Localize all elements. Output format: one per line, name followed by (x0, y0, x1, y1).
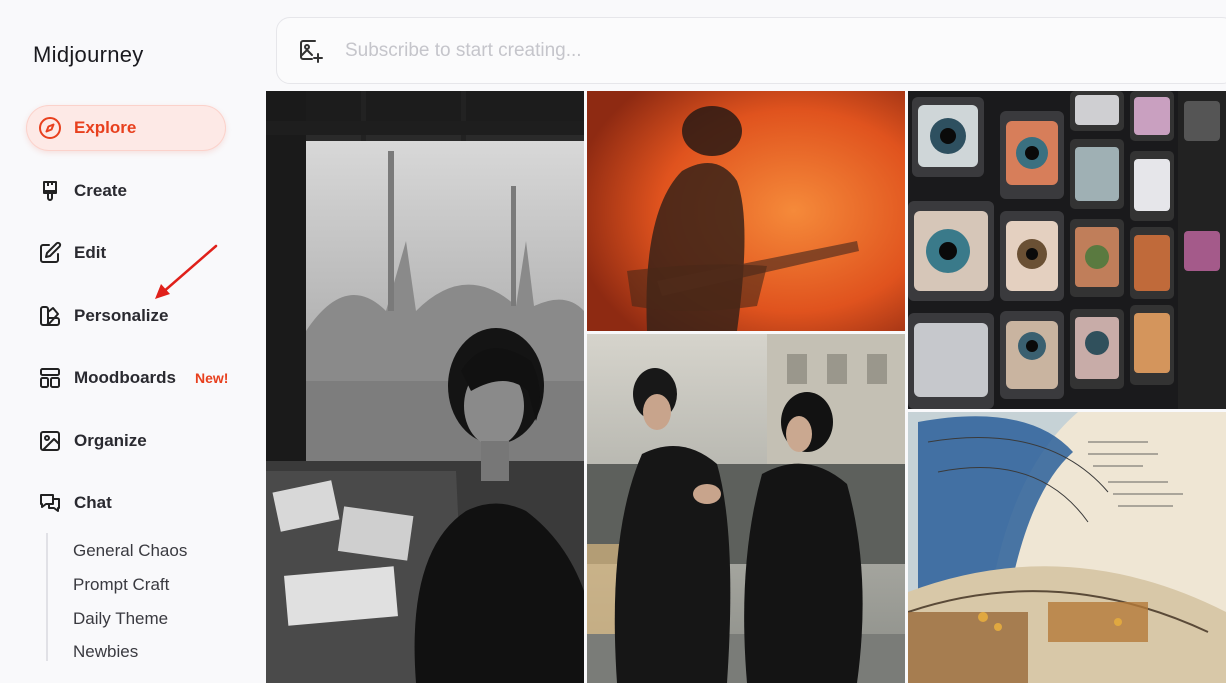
new-badge: New! (195, 370, 229, 386)
nav-label-personalize: Personalize (74, 306, 169, 325)
gallery-image-2[interactable] (587, 91, 905, 331)
annotation-arrow (155, 244, 218, 299)
nav-label-explore: Explore (74, 118, 137, 137)
nav-label-create: Create (74, 181, 127, 200)
add-image-icon[interactable] (297, 37, 325, 65)
photo-guitarist-orange-icon (587, 91, 905, 331)
photo-couple-street-icon (587, 334, 905, 683)
photo-bw-woman-window-icon (266, 91, 584, 683)
prompt-input[interactable] (345, 39, 1045, 62)
chat-channel-daily-theme[interactable]: Daily Theme (73, 609, 168, 629)
edit-icon (37, 241, 62, 266)
chat-icon (37, 491, 62, 516)
gallery-image-4[interactable] (587, 334, 905, 683)
nav-item-create[interactable]: Create (26, 168, 226, 214)
brush-icon (37, 179, 62, 204)
nav-label-chat: Chat (74, 493, 112, 512)
nav-item-chat[interactable]: Chat (26, 480, 226, 526)
photo-tv-wall-eyes-icon (908, 91, 1226, 409)
image-icon (37, 429, 62, 454)
chat-tree-line (46, 533, 48, 661)
gallery-image-5[interactable] (908, 412, 1226, 683)
chat-channel-newbies[interactable]: Newbies (73, 642, 138, 662)
nav-item-explore[interactable]: Explore (26, 105, 226, 151)
sidebar: Midjourney Explore Create Edit Personali… (0, 0, 266, 683)
palette-icon (37, 304, 62, 329)
chat-channel-prompt-craft[interactable]: Prompt Craft (73, 575, 169, 595)
chat-channel-general-chaos[interactable]: General Chaos (73, 541, 187, 561)
nav-item-organize[interactable]: Organize (26, 418, 226, 464)
prompt-bar[interactable] (276, 17, 1226, 84)
photo-architecture-sketch-icon (908, 412, 1226, 683)
gallery-image-1[interactable] (266, 91, 584, 683)
app-logo[interactable]: Midjourney (33, 42, 144, 68)
compass-icon (37, 116, 62, 141)
nav-label-edit: Edit (74, 243, 107, 262)
gallery-image-3[interactable] (908, 91, 1226, 409)
nav-label-moodboards: Moodboards (74, 368, 176, 387)
nav-label-organize: Organize (74, 431, 147, 450)
layout-icon (37, 366, 62, 391)
